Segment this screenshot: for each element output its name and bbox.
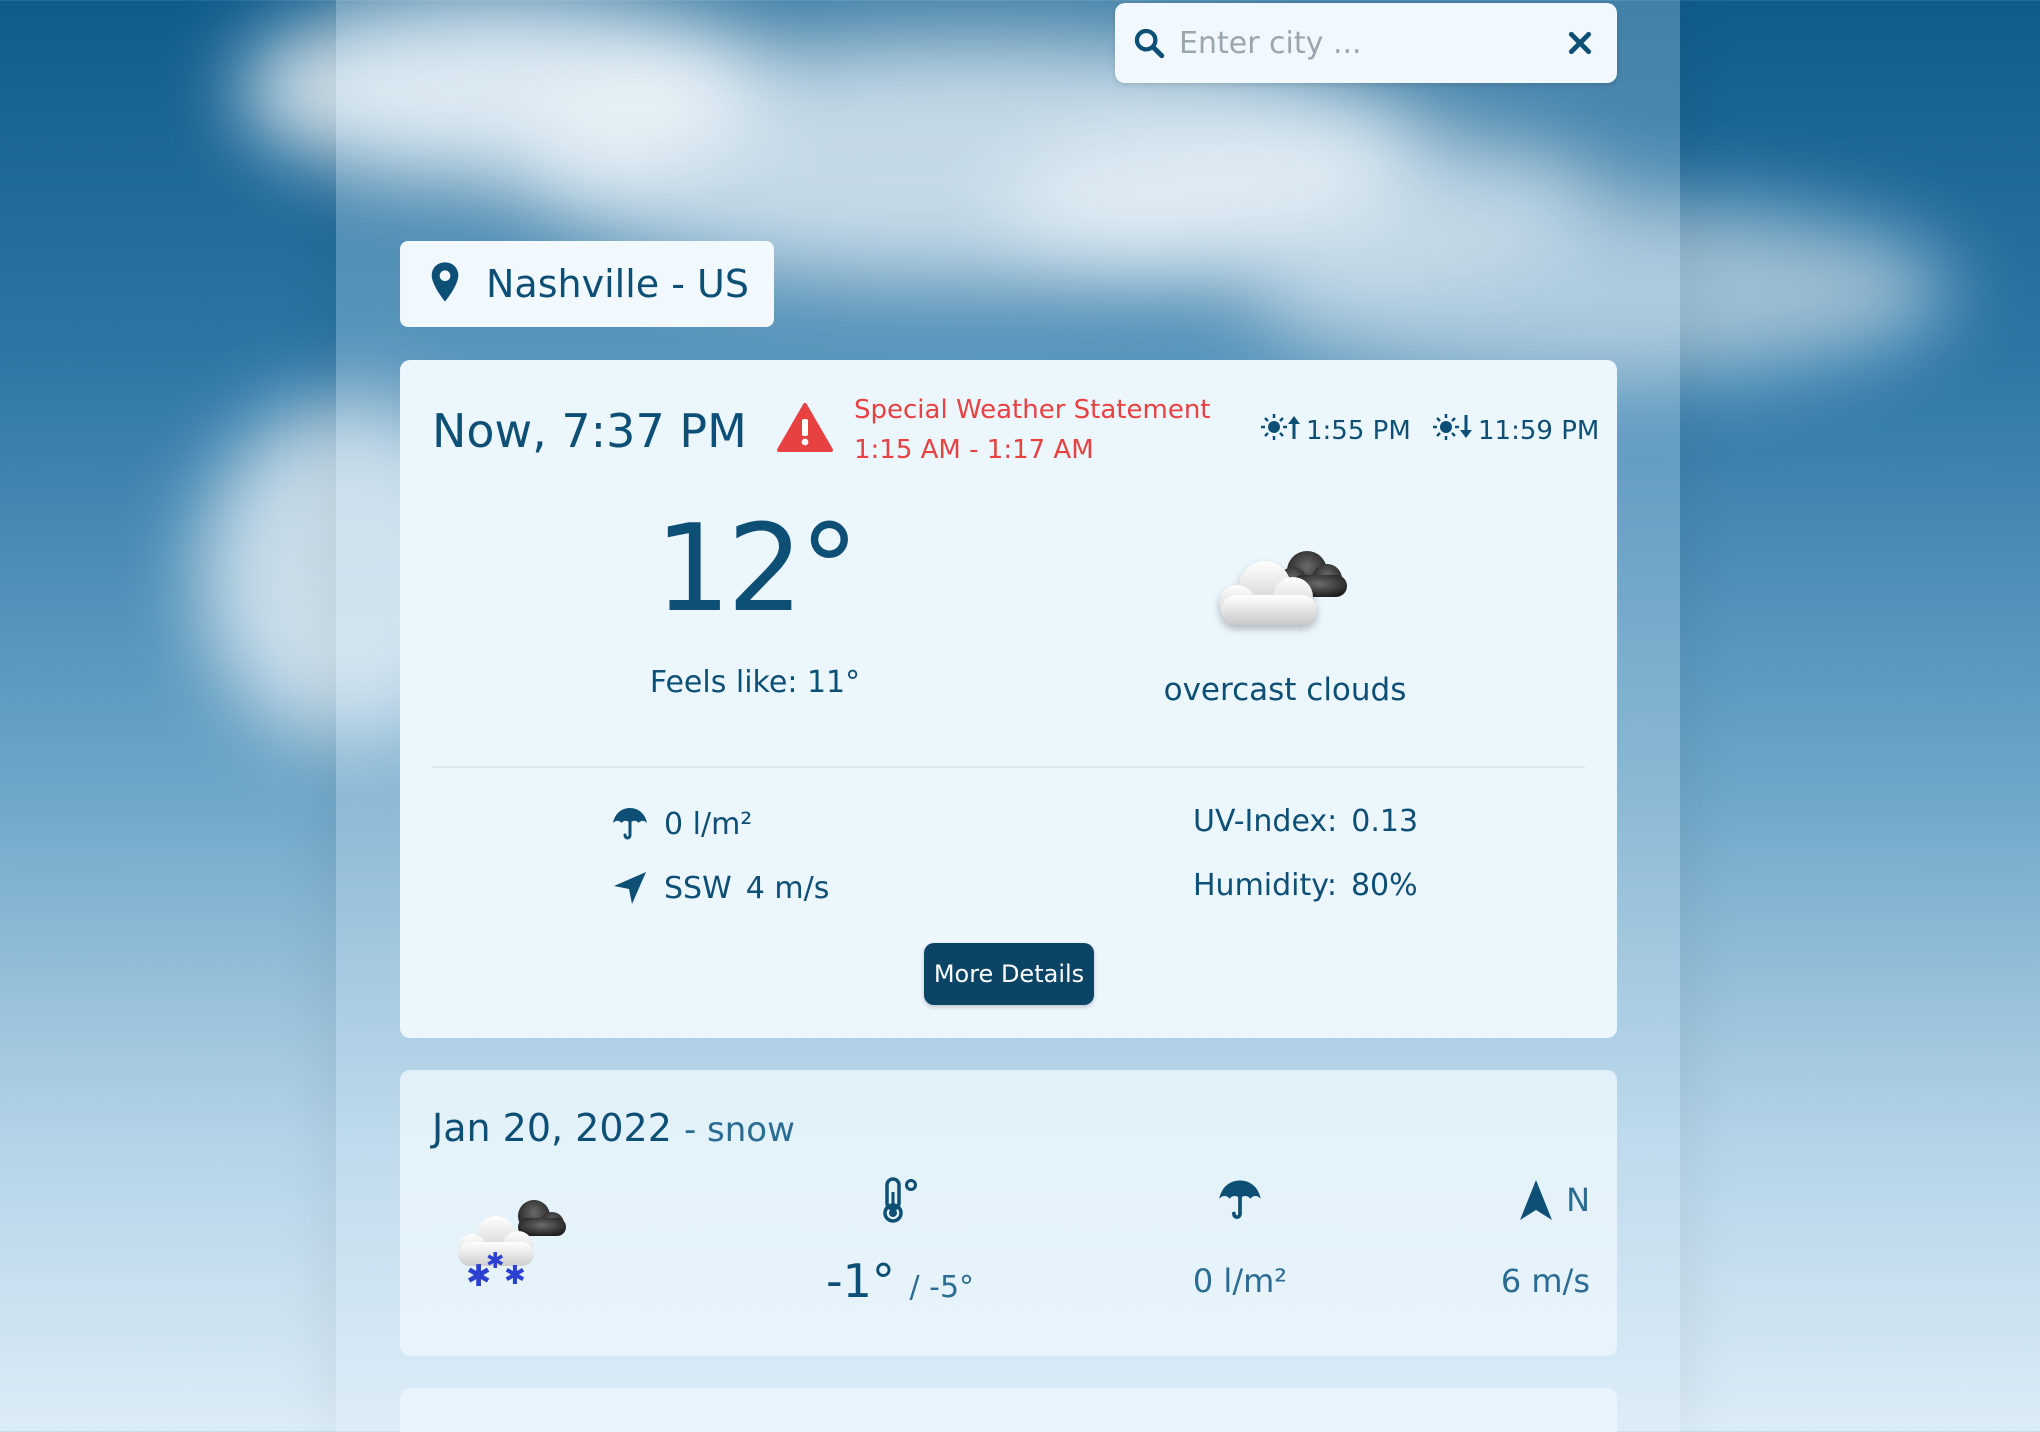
sunrise-time: 1:55 PM [1260,412,1411,449]
city-search-bar [1115,3,1617,83]
forecast-precipitation: 0 l/m² [1140,1170,1340,1300]
forecast-precipitation-value: 0 l/m² [1192,1262,1288,1300]
location-pin-icon [428,261,462,307]
humidity-stat: Humidity: 80% [1193,868,1418,903]
forecast-card-next[interactable] [400,1388,1617,1432]
warning-icon [776,402,834,458]
svg-text:✱: ✱ [486,1249,504,1274]
search-icon [1129,23,1169,63]
alert-title: Special Weather Statement [854,395,1211,425]
forecast-condition: - snow [683,1110,795,1150]
forecast-date: Jan 20, 2022 - snow [432,1106,795,1150]
divider [432,766,1585,768]
humidity-label: Humidity: [1193,868,1337,903]
uv-index-value: 0.13 [1351,804,1419,839]
sunset-icon [1432,412,1472,449]
sunset-value: 11:59 PM [1478,415,1600,446]
city-search-input[interactable] [1179,25,1563,61]
weather-alert[interactable]: Special Weather Statement 1:15 AM - 1:17… [776,390,1211,470]
umbrella-icon [1140,1170,1340,1230]
umbrella-icon [608,804,652,844]
forecast-wind-speed: 6 m/s [1500,1262,1590,1300]
feels-like: Feels like: 11° [649,665,861,700]
forecast-date-text: Jan 20, 2022 [432,1106,672,1150]
location-badge: Nashville - US [400,241,774,327]
location-name: Nashville - US [486,262,749,306]
snow-cloud-icon: ✱ ✱ ✱ [440,1190,580,1310]
wind-speed: 4 m/s [745,870,830,906]
wind-stat: SSW 4 m/s [608,868,829,908]
precipitation-stat: 0 l/m² [608,804,752,844]
svg-text:✱: ✱ [504,1261,526,1291]
alert-time: 1:15 AM - 1:17 AM [854,435,1094,465]
current-temperature: 12° [654,500,860,639]
current-time-title: Now, 7:37 PM [432,404,747,458]
sunset-time: 11:59 PM [1432,412,1599,449]
forecast-temp-max: -1° [825,1254,895,1308]
current-weather-card: Now, 7:37 PM Special Weather Statement 1… [400,360,1617,1038]
sunrise-icon [1260,412,1300,449]
wind-direction-icon [1520,1180,1553,1220]
forecast-wind: N 6 m/s [1460,1170,1590,1300]
forecast-temperature: -1° / -5° [800,1170,1000,1308]
humidity-value: 80% [1350,868,1418,903]
more-details-button[interactable]: More Details [924,943,1094,1005]
overcast-clouds-icon [1205,535,1365,645]
uv-index-stat: UV-Index: 0.13 [1193,804,1418,839]
forecast-card[interactable]: Jan 20, 2022 - snow ✱ ✱ ✱ -1° / -5° 0 l/… [400,1070,1617,1356]
precipitation-value: 0 l/m² [664,806,753,842]
uv-index-label: UV-Index: [1193,804,1338,839]
close-icon[interactable] [1563,26,1597,60]
wind-direction: SSW [664,870,732,906]
thermometer-icon [800,1170,1000,1230]
forecast-wind-direction: N [1566,1181,1590,1219]
weather-condition: overcast clouds [1163,672,1407,708]
navigation-arrow-icon [608,868,652,908]
forecast-temp-min: / -5° [909,1270,975,1305]
sunrise-value: 1:55 PM [1306,415,1411,446]
